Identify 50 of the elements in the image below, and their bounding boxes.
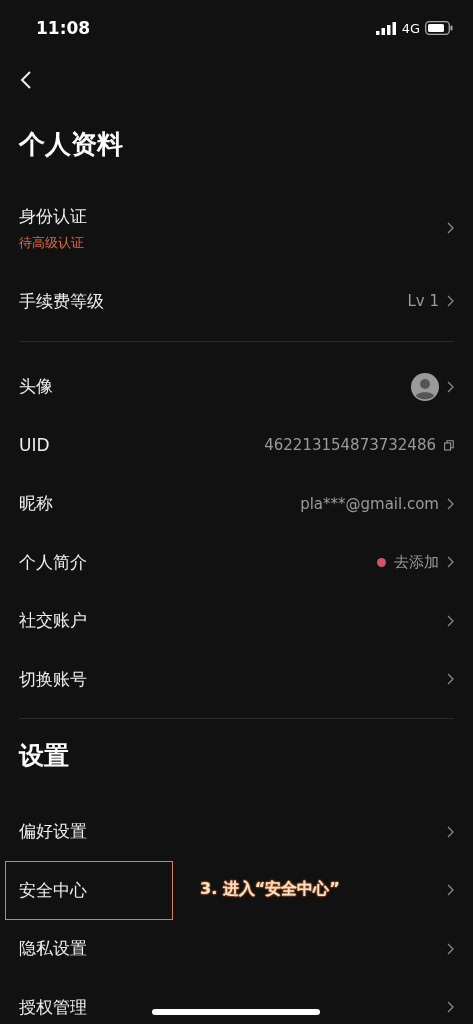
network-label: 4G	[401, 20, 420, 36]
chevron-icon	[447, 295, 454, 308]
list-row[interactable]: 手续费等级 Lv 1	[0, 272, 473, 331]
row-value: 462213154873732486	[264, 436, 436, 455]
chevron-icon	[447, 884, 454, 897]
section-title: 设置	[19, 739, 69, 772]
row-label: 偏好设置	[19, 820, 87, 844]
list-row[interactable]: 授权管理	[0, 978, 473, 1024]
annotation-text: 3. 进入“安全中心”	[200, 879, 340, 900]
row-label: 头像	[19, 375, 53, 399]
chevron-icon	[447, 942, 454, 955]
list-row[interactable]: 社交账户	[0, 591, 473, 650]
list-row[interactable]: 偏好设置	[0, 802, 473, 861]
chevron-icon	[447, 673, 454, 686]
row-label: 昵称	[19, 492, 53, 516]
chevron-icon	[447, 1001, 454, 1014]
row-status: 待高级认证	[19, 233, 84, 252]
chevron-icon	[447, 222, 454, 234]
chevron-icon	[447, 380, 454, 393]
row-label: 身份认证	[19, 204, 87, 228]
row-label: 安全中心	[19, 878, 87, 902]
row-label: 隐私设置	[19, 937, 87, 961]
list-row[interactable]: 切换账号	[0, 650, 473, 709]
row-label: 手续费等级	[19, 289, 104, 313]
chevron-icon	[447, 614, 454, 627]
row-label: 社交账户	[19, 609, 87, 633]
list-row[interactable]: 头像	[0, 357, 473, 416]
copy-icon[interactable]	[444, 439, 454, 451]
row-value: Lv 1	[407, 292, 439, 311]
list-row[interactable]: UID 462213154873732486	[0, 416, 473, 475]
signal-icon	[375, 21, 397, 35]
list-row[interactable]: 安全中心 3. 进入“安全中心”	[0, 861, 473, 920]
row-label: 授权管理	[19, 995, 87, 1019]
chevron-icon	[447, 497, 454, 510]
row-label: 切换账号	[19, 667, 87, 691]
row-value: pla***@gmail.com	[300, 494, 439, 513]
back-button[interactable]	[20, 70, 32, 90]
status-time: 11:08	[36, 18, 91, 38]
row-label: 个人简介	[19, 550, 87, 574]
list-row[interactable]: 隐私设置	[0, 919, 473, 978]
list-row[interactable]: 个人简介 去添加	[0, 533, 473, 592]
list-row[interactable]: 昵称 pla***@gmail.com	[0, 474, 473, 533]
page-title: 个人资料	[18, 127, 124, 161]
battery-icon	[425, 21, 453, 35]
row-value: 去添加	[394, 552, 439, 572]
row-label: UID	[19, 435, 50, 456]
chevron-icon	[447, 825, 454, 838]
chevron-icon	[447, 556, 454, 569]
list-row[interactable]: 身份认证 待高级认证	[0, 184, 473, 272]
avatar-icon	[411, 372, 439, 401]
